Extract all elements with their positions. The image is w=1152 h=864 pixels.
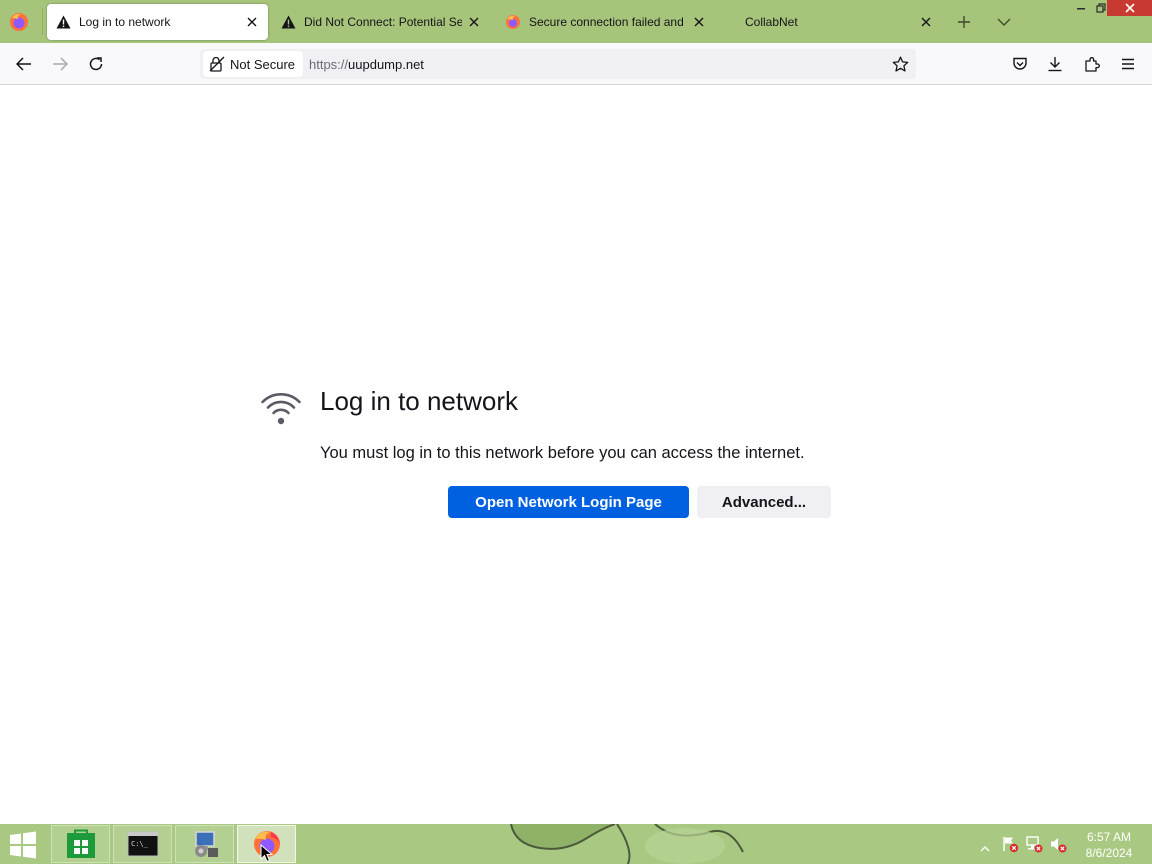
close-tab-icon[interactable] xyxy=(462,10,486,34)
extensions-icon[interactable] xyxy=(1078,50,1106,78)
list-all-tabs-icon[interactable] xyxy=(992,10,1016,34)
tab-secure-connection-failed[interactable]: Secure connection failed and Firef xyxy=(497,4,715,40)
page-content: Log in to network You must log in to thi… xyxy=(0,85,1152,824)
cmd-icon[interactable]: C:\_ xyxy=(113,825,172,863)
mouse-cursor-icon xyxy=(260,844,274,863)
taskbar-clock[interactable]: 6:57 AM 8/6/2024 xyxy=(1076,829,1142,861)
taskbar: C:\_ 6:57 AM 8/6/2024 xyxy=(0,824,1152,864)
advanced-button[interactable]: Advanced... xyxy=(697,486,831,518)
url-scheme: https:// xyxy=(309,57,349,72)
insecure-lock-icon xyxy=(209,56,225,72)
warning-icon xyxy=(280,14,296,30)
tab-title: Log in to network xyxy=(79,15,171,29)
pocket-icon[interactable] xyxy=(1006,50,1034,78)
clock-date: 8/6/2024 xyxy=(1085,846,1133,860)
close-window-icon[interactable] xyxy=(1107,0,1152,16)
tab-collabnet[interactable]: CollabNet xyxy=(720,4,942,40)
warning-icon xyxy=(55,14,71,30)
firefox-icon xyxy=(505,14,521,30)
wallpaper-shape xyxy=(505,824,620,864)
blank-favicon xyxy=(724,14,740,30)
hamburger-menu-icon[interactable] xyxy=(1114,50,1142,78)
not-secure-label: Not Secure xyxy=(230,56,296,72)
url-bar[interactable]: Not Secure https://uupdump.net xyxy=(200,49,916,79)
wifi-icon xyxy=(258,388,304,426)
close-tab-icon[interactable] xyxy=(914,10,938,34)
error-description: You must log in to this network before y… xyxy=(320,444,805,462)
new-tab-icon[interactable] xyxy=(952,10,976,34)
tab-title: Did Not Connect: Potential Securit xyxy=(304,15,462,29)
firefox-icon[interactable] xyxy=(237,825,296,863)
minimize-window-icon[interactable] xyxy=(1070,0,1092,16)
open-network-login-button[interactable]: Open Network Login Page xyxy=(448,486,689,518)
store-icon[interactable] xyxy=(51,825,110,863)
windows-start-icon[interactable] xyxy=(8,831,38,859)
navigation-toolbar: Not Secure https://uupdump.net xyxy=(0,43,1152,85)
page-title: Log in to network xyxy=(320,386,519,416)
close-tab-icon[interactable] xyxy=(240,10,264,34)
tab-separator xyxy=(42,8,43,35)
network-status-icon[interactable] xyxy=(1025,835,1043,853)
forward-arrow-icon[interactable] xyxy=(46,50,74,78)
volume-muted-icon[interactable] xyxy=(1049,835,1067,853)
downloads-icon[interactable] xyxy=(1041,50,1069,78)
wallpaper-shape xyxy=(615,824,745,864)
action-center-flag-icon[interactable] xyxy=(1001,835,1019,853)
site-security-button[interactable]: Not Secure xyxy=(203,51,304,77)
tab-title: CollabNet xyxy=(745,15,798,29)
url-host: uupdump.net xyxy=(348,57,424,72)
tab-strip: Log in to network Did Not Connect: Poten… xyxy=(0,0,1152,43)
tab-did-not-connect[interactable]: Did Not Connect: Potential Securit xyxy=(272,4,490,40)
reload-icon[interactable] xyxy=(82,50,110,78)
tab-log-in-to-network[interactable]: Log in to network xyxy=(47,4,268,40)
show-hidden-icons-arrow[interactable] xyxy=(980,839,990,857)
svg-text:C:\_: C:\_ xyxy=(131,840,149,848)
firefox-view-icon[interactable] xyxy=(8,11,30,33)
close-tab-icon[interactable] xyxy=(687,10,711,34)
network-admin-icon[interactable] xyxy=(175,825,234,863)
bookmark-star-icon[interactable] xyxy=(890,54,910,74)
url-text[interactable]: https://uupdump.net xyxy=(309,57,424,72)
clock-time: 6:57 AM xyxy=(1086,830,1132,844)
tab-title: Secure connection failed and Firef xyxy=(529,15,687,29)
back-arrow-icon[interactable] xyxy=(10,50,38,78)
